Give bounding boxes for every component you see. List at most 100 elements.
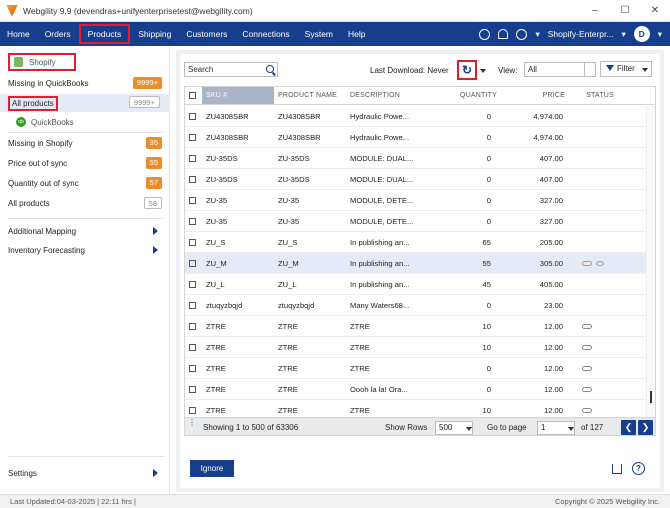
table-row[interactable]: ZTRE ZTRE ZTRE 0 12.00 [185, 358, 647, 379]
table-row[interactable]: ZTRE ZTRE Oooh la la! Ora... 0 12.00 [185, 379, 647, 400]
col-header-name[interactable]: PRODUCT NAME [274, 87, 346, 104]
col-header-quantity[interactable]: QUANTITY [431, 87, 497, 104]
link-icon[interactable] [582, 386, 592, 392]
col-header-status[interactable]: STATUS [565, 87, 635, 104]
nav-customers[interactable]: Customers [179, 24, 234, 44]
nav-connections[interactable]: Connections [235, 24, 296, 44]
store-selector[interactable]: Shopify-Enterpr... [548, 29, 614, 39]
search-icon[interactable] [266, 65, 274, 73]
cell-sku: ZU_L [206, 279, 225, 289]
cell-quantity: 0 [486, 132, 491, 142]
nav-system[interactable]: System [298, 24, 340, 44]
bell-icon[interactable] [498, 29, 509, 39]
nav-help[interactable]: Help [341, 24, 372, 44]
scrollbar-thumb[interactable] [650, 391, 652, 403]
row-checkbox[interactable] [189, 133, 196, 141]
sidebar-item-inventory-forecasting[interactable]: Inventory Forecasting [8, 242, 162, 258]
alarm-clock-icon[interactable] [516, 28, 528, 40]
row-checkbox[interactable] [189, 322, 196, 330]
sidebar-item-quantity-out-of-sync[interactable]: Quantity out of sync 57 [8, 175, 162, 191]
maximize-button[interactable]: ☐ [610, 0, 640, 22]
link-icon[interactable] [582, 323, 592, 329]
table-row[interactable]: ZU_S ZU_S In publishing an... 65 205.00 [185, 232, 647, 253]
nav-shipping[interactable]: Shipping [131, 24, 178, 44]
refresh-button[interactable]: ↻ [457, 60, 477, 80]
filter-button[interactable]: Filter [600, 61, 652, 77]
nav-orders[interactable]: Orders [38, 24, 78, 44]
chevron-down-icon[interactable]: ▾ [535, 29, 539, 40]
row-checkbox[interactable] [189, 364, 196, 372]
vertical-scrollbar[interactable] [646, 106, 655, 418]
avatar-chevron-icon[interactable]: ▾ [658, 29, 662, 40]
sidebar-item-price-out-of-sync[interactable]: Price out of sync 55 [8, 155, 162, 171]
nav-products[interactable]: Products [78, 24, 131, 44]
table-row[interactable]: ZU-35 ZU-35 MODULE, DETE... 0 327.00 [185, 211, 647, 232]
sidebar-item-all-products-quickbooks[interactable]: All products 58 [8, 195, 162, 211]
sidebar-item-missing-in-shopify[interactable]: Missing in Shopify 35 [8, 135, 162, 151]
chevron-right-icon [153, 227, 158, 235]
sidebar-item-all-products-shopify[interactable]: All products 9999+ [0, 94, 170, 112]
row-checkbox[interactable] [189, 280, 196, 288]
refresh-chevron-icon[interactable] [480, 69, 486, 73]
show-rows-select[interactable]: 500 [435, 421, 473, 435]
table-row[interactable]: ZTRE ZTRE ZTRE 10 12.00 [185, 337, 647, 358]
view-select[interactable]: All [524, 62, 596, 77]
help-icon[interactable]: ? [632, 462, 645, 475]
sync-status-icon[interactable] [479, 28, 491, 40]
link-icon[interactable] [582, 365, 592, 371]
table-row[interactable]: ZU-35 ZU-35 MODULE, DETE... 0 327.00 [185, 190, 647, 211]
col-header-description[interactable]: DESCRIPTION [346, 87, 431, 104]
drag-handle-icon[interactable]: ⋮ [188, 419, 196, 435]
upload-icon[interactable] [612, 464, 622, 474]
prev-page-button[interactable]: ❮ [621, 420, 636, 435]
table-row[interactable]: ZU4308SBR ZU4308SBR Hydraulic Powe... 0 4,97… [185, 127, 647, 148]
cell-quantity: 10 [482, 342, 491, 352]
col-header-sku[interactable]: SKU # [202, 87, 274, 104]
link-icon[interactable] [582, 344, 592, 350]
row-checkbox[interactable] [189, 301, 196, 309]
cell-sku: ZTRE [206, 384, 226, 394]
cell-quantity: 0 [486, 195, 491, 205]
goto-page-select[interactable]: 1 [537, 421, 575, 435]
row-checkbox[interactable] [189, 259, 196, 267]
ignore-button[interactable]: Ignore [190, 460, 234, 477]
row-checkbox[interactable] [189, 406, 196, 414]
table-row[interactable]: ztuqyzbqjd ztuqyzbqjd Many Waters68... 0 23.… [185, 295, 647, 316]
sidebar-item-settings[interactable]: Settings [8, 465, 162, 481]
cell-price: 12.00 [543, 405, 563, 415]
link-icon[interactable] [582, 407, 592, 413]
minimize-button[interactable]: – [580, 0, 610, 22]
table-row[interactable]: ZU_M ZU_M In publishing an... 55 305.00 [185, 253, 647, 274]
sidebar-shopify-header[interactable]: Shopify [8, 53, 76, 71]
store-chevron-icon[interactable]: ▾ [621, 29, 625, 40]
table-row[interactable]: ZU_L ZU_L In publishing an... 45 405.00 [185, 274, 647, 295]
row-checkbox[interactable] [189, 154, 196, 162]
sidebar-quickbooks-header[interactable]: qb QuickBooks [16, 114, 170, 130]
search-input[interactable]: Search [184, 62, 278, 77]
row-checkbox[interactable] [189, 385, 196, 393]
row-checkbox[interactable] [189, 196, 196, 204]
eye-icon[interactable] [596, 260, 604, 266]
refresh-icon: ↻ [461, 63, 473, 77]
table-row[interactable]: ZU-35DS ZU-35DS MODULE: DUAL... 0 407.00 [185, 148, 647, 169]
nav-home[interactable]: Home [0, 24, 37, 44]
row-checkbox[interactable] [189, 343, 196, 351]
sidebar-item-additional-mapping[interactable]: Additional Mapping [8, 223, 162, 239]
row-checkbox[interactable] [189, 238, 196, 246]
sidebar-item-missing-in-quickbooks[interactable]: Missing in QuickBooks 9999+ [8, 75, 162, 91]
nav-right-tools: ▾ Shopify-Enterpr... ▾ D ▾ [479, 22, 662, 46]
row-checkbox[interactable] [189, 217, 196, 225]
row-checkbox[interactable] [189, 112, 196, 120]
table-row[interactable]: ZU4308SBR ZU4308SBR Hydraulic Powe... 0 4,97… [185, 106, 647, 127]
table-row[interactable]: ZTRE ZTRE ZTRE 10 12.00 [185, 316, 647, 337]
col-header-price[interactable]: PRICE [497, 87, 565, 104]
chevron-right-icon [153, 246, 158, 254]
next-page-button[interactable]: ❯ [638, 420, 653, 435]
table-row[interactable]: ZU-35DS ZU-35DS MODULE: DUAL... 0 407.00 [185, 169, 647, 190]
close-button[interactable]: ✕ [640, 0, 670, 22]
select-all-checkbox[interactable] [189, 92, 196, 99]
link-icon[interactable] [582, 260, 592, 266]
avatar[interactable]: D [633, 26, 650, 42]
row-checkbox[interactable] [189, 175, 196, 183]
divider [8, 218, 164, 219]
